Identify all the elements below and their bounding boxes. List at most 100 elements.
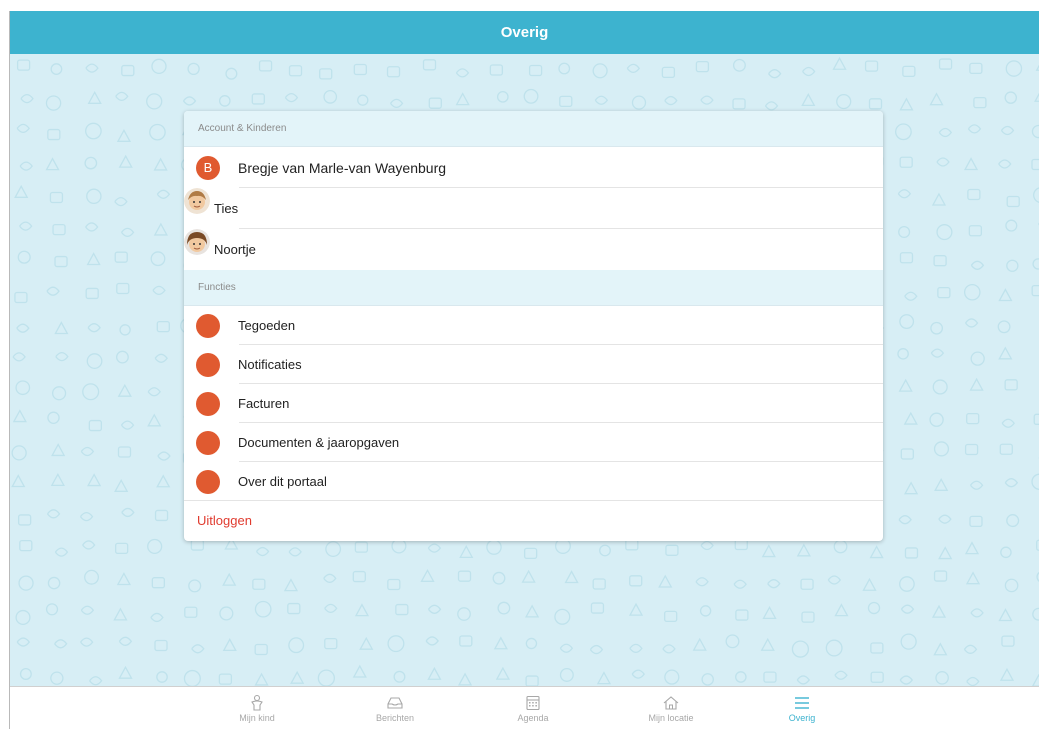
doodle-shape — [998, 346, 1013, 360]
doodle-shape — [966, 412, 980, 425]
account-row-parent[interactable]: B Bregje van Marle-van Wayenburg — [184, 147, 883, 188]
doodle-shape — [1033, 187, 1039, 203]
doodle-shape — [82, 540, 96, 550]
doodle-shape — [836, 93, 852, 110]
card-icon — [184, 308, 220, 338]
menu-icon — [762, 693, 842, 713]
doodle-shape — [1031, 284, 1039, 297]
doodle-shape — [46, 509, 61, 519]
doodle-shape — [114, 197, 128, 207]
doodle-shape — [929, 412, 944, 427]
doodle-shape — [964, 318, 979, 328]
doodle-shape — [834, 603, 849, 617]
tab-agenda[interactable]: Agenda — [493, 693, 573, 723]
doodle-shape — [319, 68, 333, 80]
doodle-shape — [1006, 259, 1019, 272]
settings-card: Account & Kinderen B Bregje van Marle-va… — [184, 111, 883, 541]
doodle-shape — [54, 321, 69, 335]
doodle-shape — [154, 353, 168, 363]
menu-item-facturen[interactable]: Facturen — [184, 384, 883, 423]
doodle-shape — [938, 58, 953, 70]
doodle-shape — [528, 64, 543, 77]
doodle-shape — [45, 95, 62, 111]
doodle-shape — [970, 260, 985, 270]
doodle-shape — [868, 98, 883, 110]
child-row-noortje[interactable]: Noortje — [184, 229, 883, 270]
doodle-shape — [559, 667, 574, 682]
tab-mijn-locatie[interactable]: Mijn locatie — [631, 693, 711, 723]
doodle-shape — [899, 252, 914, 264]
doodle-shape — [323, 90, 338, 104]
doodle-shape — [16, 323, 30, 333]
doodle-shape — [801, 611, 815, 623]
doodle-shape — [897, 348, 909, 360]
doodle-shape — [825, 639, 843, 657]
doodle-shape — [20, 94, 34, 104]
doodle-shape — [733, 579, 747, 589]
menu-item-notificaties[interactable]: Notificaties — [184, 345, 883, 384]
doodle-shape — [183, 669, 201, 687]
doodle-shape — [151, 58, 167, 75]
doodle-shape — [150, 612, 164, 623]
doodle-shape — [559, 95, 573, 108]
logout-button[interactable]: Uitloggen — [184, 501, 883, 540]
doodle-shape — [80, 637, 94, 647]
tab-mijn-kind[interactable]: Mijn kind — [217, 693, 297, 723]
doodle-shape — [288, 637, 305, 654]
doodle-shape — [49, 191, 64, 204]
doodle-shape — [422, 59, 437, 71]
doodle-shape — [1006, 195, 1020, 208]
doodle-shape — [323, 573, 337, 583]
doodle-shape — [869, 545, 884, 559]
doodle-shape — [664, 610, 678, 623]
doodle-shape — [495, 666, 510, 680]
doodle-shape — [931, 604, 947, 618]
doodle-shape — [933, 642, 948, 656]
doodle-shape — [290, 670, 305, 684]
doodle-shape — [1031, 673, 1039, 687]
doodle-shape — [87, 473, 102, 487]
doodle-shape — [899, 314, 915, 329]
doodle-shape — [558, 62, 571, 75]
doodle-shape — [999, 443, 1013, 455]
doodle-shape — [115, 91, 129, 102]
doodle-shape — [258, 60, 273, 72]
doodle-shape — [496, 90, 509, 103]
tab-overig[interactable]: Overig — [762, 693, 842, 723]
doodle-shape — [455, 68, 470, 78]
doodle-shape — [50, 473, 65, 487]
doodle-shape — [11, 445, 27, 461]
doodle-shape — [115, 350, 129, 364]
child-row-ties[interactable]: Ties — [184, 188, 883, 229]
doodle-shape — [147, 413, 162, 427]
doodle-shape — [457, 607, 471, 621]
menu-item-tegoeden[interactable]: Tegoeden — [184, 306, 883, 345]
doodle-shape — [225, 67, 238, 80]
doodle-shape — [287, 602, 301, 615]
tab-berichten[interactable]: Berichten — [355, 693, 435, 723]
doodle-shape — [497, 601, 511, 615]
menu-item-documenten[interactable]: Documenten & jaaropgaven — [184, 423, 883, 462]
doodle-shape — [629, 643, 643, 654]
doodle-shape — [870, 671, 884, 683]
doodle-shape — [357, 94, 369, 106]
doodle-shape — [934, 477, 949, 491]
doodle-shape — [118, 636, 133, 646]
doodle-shape — [963, 644, 978, 654]
doodle-shape — [489, 64, 504, 76]
doodle-shape — [827, 575, 842, 585]
document-icon — [186, 423, 220, 455]
child-icon — [217, 693, 297, 713]
doodle-shape — [732, 98, 746, 110]
doodle-shape — [933, 255, 947, 267]
doodle-shape — [1004, 578, 1019, 593]
doodle-shape — [50, 671, 64, 685]
doodle-shape — [16, 59, 31, 71]
doodle-shape — [735, 671, 747, 683]
doodle-shape — [662, 644, 676, 654]
doodle-shape — [599, 544, 611, 557]
doodle-shape — [151, 577, 166, 589]
doodle-shape — [864, 60, 879, 72]
doodle-shape — [801, 93, 816, 107]
menu-item-over-dit-portaal[interactable]: Over dit portaal — [184, 462, 883, 501]
